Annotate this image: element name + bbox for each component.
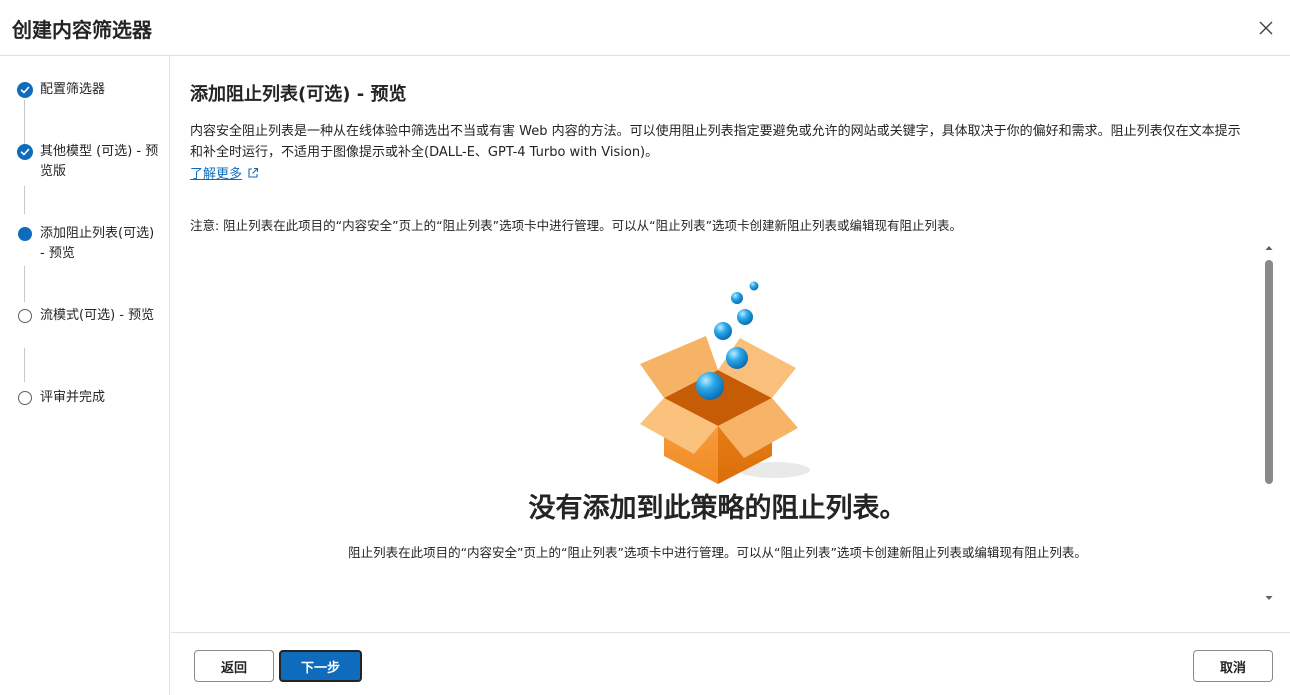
dialog-header: 创建内容筛选器 — [0, 0, 1290, 56]
step-label: 其他模型 (可选) - 预览版 — [40, 144, 159, 179]
create-content-filter-dialog: 创建内容筛选器 配置筛选器 其他模型 (可选) - 预览版 添加阻止列表(可选)… — [0, 0, 1290, 695]
section-title: 添加阻止列表(可选) - 预览 — [190, 84, 407, 105]
step-connector — [24, 186, 25, 214]
step-label: 添加阻止列表(可选) - 预览 — [40, 226, 155, 261]
blocklist-description: 内容安全阻止列表是一种从在线体验中筛选出不当或有害 Web 内容的方法。可以使用… — [190, 124, 1241, 160]
step-connector — [24, 266, 25, 302]
main-content: 添加阻止列表(可选) - 预览 内容安全阻止列表是一种从在线体验中筛选出不当或有… — [171, 56, 1290, 632]
dialog-footer: 返回 下一步 取消 — [171, 632, 1290, 695]
wizard-steps: 配置筛选器 其他模型 (可选) - 预览版 添加阻止列表(可选) - 预览 流模… — [0, 56, 170, 695]
cancel-button[interactable]: 取消 — [1193, 650, 1273, 682]
close-button[interactable] — [1254, 16, 1278, 40]
learn-more-label: 了解更多 — [190, 167, 243, 182]
empty-state-description: 阻止列表在此项目的“内容安全”页上的“阻止列表”选项卡中进行管理。可以从“阻止列… — [348, 545, 1087, 560]
empty-box-illustration — [640, 281, 810, 484]
step-pending-icon — [18, 391, 32, 405]
step-label: 流模式(可选) - 预览 — [40, 308, 155, 323]
step-pending-icon — [18, 309, 32, 323]
step-label: 评审并完成 — [40, 390, 106, 405]
step-connector — [24, 348, 25, 382]
blocklist-note: 注意: 阻止列表在此项目的“内容安全”页上的“阻止列表”选项卡中进行管理。可以从… — [190, 218, 963, 233]
back-button[interactable]: 返回 — [194, 650, 274, 682]
step-done-check-icon — [17, 144, 33, 160]
learn-more-link[interactable]: 了解更多 — [190, 163, 259, 182]
next-button[interactable]: 下一步 — [279, 650, 362, 682]
external-link-icon — [248, 167, 259, 178]
dialog-title: 创建内容筛选器 — [12, 18, 152, 42]
step-label: 配置筛选器 — [40, 82, 106, 97]
empty-state-title: 没有添加到此策略的阻止列表。 — [528, 493, 907, 524]
step-done-check-icon — [17, 82, 33, 98]
close-icon — [1259, 21, 1273, 35]
step-current-icon — [18, 227, 32, 241]
scroll-down-arrow-icon[interactable] — [1263, 592, 1275, 604]
scrollbar-thumb[interactable] — [1265, 260, 1273, 484]
scroll-up-arrow-icon[interactable] — [1263, 242, 1275, 254]
